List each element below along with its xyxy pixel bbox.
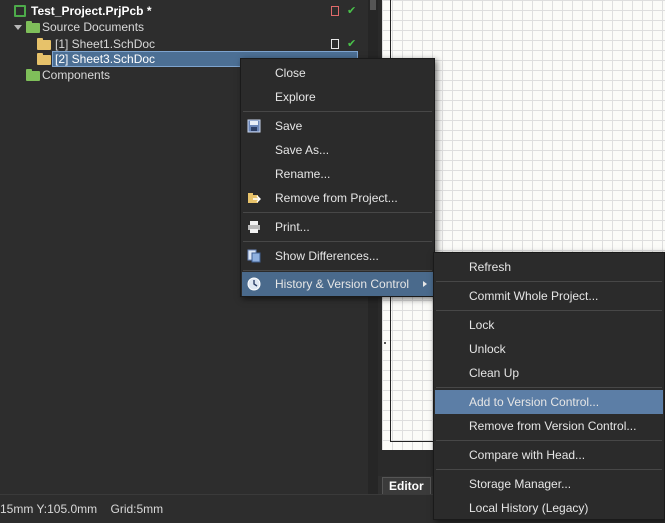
submenu-item-remove-from-version-control[interactable]: Remove from Version Control... bbox=[435, 414, 663, 438]
schematic-document-icon bbox=[37, 53, 51, 65]
document-label: [2] Sheet3.SchDoc bbox=[55, 52, 156, 66]
submenu-item-commit-whole-project[interactable]: Commit Whole Project... bbox=[435, 284, 663, 308]
menu-separator bbox=[436, 469, 662, 470]
submenu-item-storage-manager[interactable]: Storage Manager... bbox=[435, 472, 663, 496]
source-documents-folder[interactable]: Source Documents bbox=[0, 19, 366, 35]
menu-separator bbox=[243, 241, 432, 242]
submenu-item-add-to-version-control[interactable]: Add to Version Control... bbox=[435, 390, 663, 414]
status-coordinates: 15mm Y:105.0mm Grid:5mm bbox=[0, 502, 164, 516]
schematic-document-icon bbox=[37, 38, 51, 50]
menu-item-save[interactable]: Save bbox=[242, 114, 433, 138]
document-row[interactable]: [1] Sheet1.SchDoc ✔ bbox=[0, 36, 366, 52]
document-status-icon bbox=[331, 39, 339, 49]
menu-separator bbox=[243, 212, 432, 213]
submenu-arrow-icon bbox=[423, 281, 427, 287]
folder-icon bbox=[26, 69, 40, 81]
submenu-item-lock[interactable]: Lock bbox=[435, 313, 663, 337]
submenu-item-compare-with-head[interactable]: Compare with Head... bbox=[435, 443, 663, 467]
menu-item-remove-from-project[interactable]: Remove from Project... bbox=[242, 186, 433, 210]
menu-item-show-differences[interactable]: Show Differences... bbox=[242, 244, 433, 268]
menu-item-save-as[interactable]: Save As... bbox=[242, 138, 433, 162]
submenu-item-refresh[interactable]: Refresh bbox=[435, 255, 663, 279]
sheet-marker bbox=[384, 342, 386, 344]
menu-separator bbox=[436, 440, 662, 441]
clock-icon bbox=[247, 277, 261, 291]
pcb-project-icon bbox=[14, 5, 26, 17]
expand-arrow-icon[interactable] bbox=[14, 25, 22, 30]
menu-separator bbox=[243, 111, 432, 112]
vcs-ok-icon: ✔ bbox=[347, 38, 357, 50]
components-label: Components bbox=[42, 68, 111, 82]
context-menu: Close Explore Save Save As... Rename... … bbox=[240, 58, 435, 297]
show-differences-icon bbox=[247, 249, 261, 263]
source-documents-label: Source Documents bbox=[42, 20, 145, 34]
menu-separator bbox=[436, 310, 662, 311]
menu-item-print[interactable]: Print... bbox=[242, 215, 433, 239]
modified-document-icon bbox=[331, 6, 339, 16]
vcs-ok-icon: ✔ bbox=[347, 5, 357, 17]
version-control-submenu: Refresh Commit Whole Project... Lock Unl… bbox=[433, 252, 665, 520]
project-label: Test_Project.PrjPcb * bbox=[31, 4, 152, 18]
submenu-item-local-history[interactable]: Local History (Legacy) bbox=[435, 496, 663, 520]
folder-icon bbox=[26, 21, 40, 33]
editor-tab[interactable]: Editor bbox=[382, 477, 431, 494]
menu-item-close[interactable]: Close bbox=[242, 61, 433, 85]
menu-item-history-version-control[interactable]: History & Version Control bbox=[242, 272, 433, 296]
menu-item-rename[interactable]: Rename... bbox=[242, 162, 433, 186]
project-row[interactable]: Test_Project.PrjPcb * ✔ bbox=[0, 3, 366, 19]
save-icon bbox=[247, 119, 261, 133]
print-icon bbox=[248, 221, 260, 233]
submenu-item-clean-up[interactable]: Clean Up bbox=[435, 361, 663, 385]
menu-separator bbox=[436, 281, 662, 282]
menu-item-explore[interactable]: Explore bbox=[242, 85, 433, 109]
menu-separator bbox=[436, 387, 662, 388]
remove-from-project-icon bbox=[248, 193, 261, 203]
document-label: [1] Sheet1.SchDoc bbox=[55, 37, 156, 51]
menu-separator bbox=[243, 270, 432, 271]
submenu-item-unlock[interactable]: Unlock bbox=[435, 337, 663, 361]
